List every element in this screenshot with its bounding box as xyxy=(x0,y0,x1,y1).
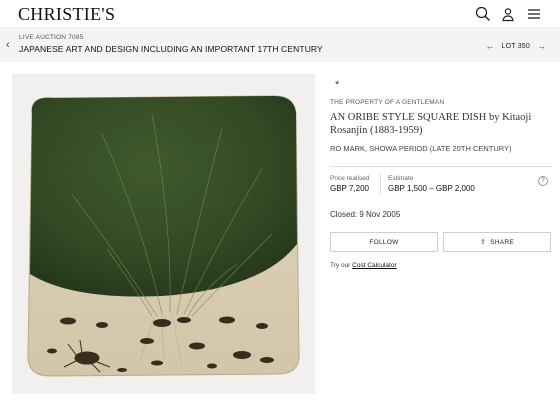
christies-logo[interactable]: CHRISTIE'S xyxy=(18,4,115,25)
price-divider xyxy=(380,174,381,194)
estimate-label: Estimate xyxy=(388,175,414,182)
auction-breadcrumb: ‹ LIVE AUCTION 7085 JAPANESE ART AND DES… xyxy=(0,28,560,62)
site-header: CHRISTIE'S xyxy=(0,0,560,28)
previous-lot-arrow-icon[interactable]: ← xyxy=(481,41,498,51)
lot-title: AN ORIBE STYLE SQUARE DISH by Kitaoji Ro… xyxy=(330,112,532,136)
back-chevron-icon[interactable]: ‹ xyxy=(6,39,16,51)
auction-number[interactable]: LIVE AUCTION 7085 xyxy=(19,34,83,41)
menu-icon[interactable] xyxy=(525,5,543,23)
cost-calculator-text: Try our Cost Calculator xyxy=(330,262,397,269)
share-button[interactable]: ⇪ SHARE xyxy=(443,232,551,252)
share-label: SHARE xyxy=(490,238,515,246)
cost-prefix: Try our xyxy=(330,262,351,269)
user-icon[interactable] xyxy=(499,5,517,23)
provenance-label: THE PROPERTY OF A GENTLEMAN xyxy=(330,99,445,106)
search-icon[interactable] xyxy=(474,5,492,23)
help-icon[interactable]: ? xyxy=(538,176,548,186)
oribe-dish-image xyxy=(27,95,300,377)
asterisk-icon: * xyxy=(335,79,340,91)
auction-title[interactable]: JAPANESE ART AND DESIGN INCLUDING AN IMP… xyxy=(19,44,323,54)
price-realised-value: GBP 7,200 xyxy=(330,184,369,193)
price-realised-label: Price realised xyxy=(330,175,370,182)
lot-number: LOT 350 xyxy=(501,42,530,50)
cost-calculator-link[interactable]: Cost Calculator xyxy=(352,262,396,269)
follow-button[interactable]: FOLLOW xyxy=(330,232,438,252)
lot-navigation: ← LOT 350 → xyxy=(481,40,550,52)
estimate-value: GBP 1,500 – GBP 2,000 xyxy=(388,184,475,193)
share-icon: ⇪ xyxy=(479,239,487,246)
divider xyxy=(330,166,552,167)
follow-label: FOLLOW xyxy=(369,238,399,246)
closed-date: Closed: 9 Nov 2005 xyxy=(330,210,401,219)
lot-image[interactable] xyxy=(12,74,315,394)
next-lot-arrow-icon[interactable]: → xyxy=(533,41,550,51)
lot-subtitle: RO MARK, SHOWA PERIOD (LATE 20TH CENTURY… xyxy=(330,144,512,153)
